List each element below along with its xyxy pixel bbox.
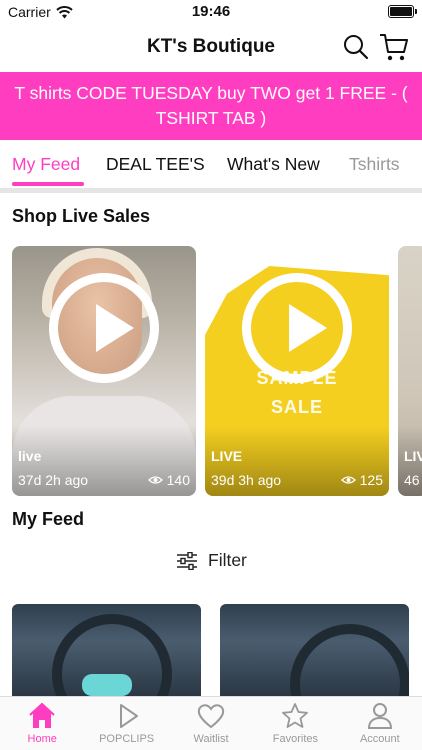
feed-title: My Feed: [12, 509, 85, 529]
clock: 19:46: [191, 3, 231, 20]
star-icon: [282, 703, 309, 728]
play-button-icon[interactable]: [49, 273, 159, 383]
search-icon[interactable]: [342, 33, 370, 61]
feed-item[interactable]: [12, 604, 201, 698]
nav-bar: KT's Boutique: [0, 28, 422, 68]
sliders-icon: [177, 551, 197, 570]
live-tag: live: [18, 448, 42, 464]
card-time: 39d 3h ago: [211, 472, 282, 488]
play-icon: [119, 704, 138, 728]
tab-deal-tees[interactable]: DEAL TEE'S: [106, 154, 205, 175]
heart-icon: [197, 704, 225, 729]
play-button-icon[interactable]: [242, 273, 352, 383]
tabbar-waitlist[interactable]: Waitlist: [169, 697, 253, 750]
live-tag: LIV: [404, 448, 422, 464]
cart-icon[interactable]: [378, 31, 410, 63]
promo-banner[interactable]: T shirts CODE TUESDAY buy TWO get 1 FREE…: [0, 72, 422, 140]
card-time: 37d 2h ago: [18, 472, 89, 488]
battery-icon: [388, 5, 417, 18]
status-bar: Carrier 19:46: [0, 0, 422, 26]
tabbar-favorites[interactable]: Favorites: [253, 697, 337, 750]
feed-item[interactable]: [220, 604, 409, 698]
view-count: 140: [147, 472, 190, 488]
live-sale-card[interactable]: live 37d 2h ago 140: [12, 246, 196, 496]
eye-icon: [147, 476, 163, 484]
tab-whats-new[interactable]: What's New: [227, 154, 320, 175]
tabbar-popclips[interactable]: POPCLIPS: [84, 697, 168, 750]
bottom-tab-bar: Home POPCLIPS Waitlist Favorites Account: [0, 696, 422, 750]
tab-tshirts[interactable]: Tshirts: [349, 154, 400, 175]
live-sales-title: Shop Live Sales: [12, 206, 151, 226]
tab-my-feed[interactable]: My Feed: [12, 154, 80, 175]
active-tab-indicator: [12, 182, 84, 186]
promo-text: T shirts CODE TUESDAY buy TWO get 1 FREE…: [14, 83, 408, 128]
filter-label: Filter: [208, 550, 247, 570]
home-icon: [29, 702, 55, 728]
filter-button[interactable]: Filter: [176, 550, 247, 571]
tabbar-account[interactable]: Account: [338, 697, 422, 750]
eye-icon: [340, 476, 356, 484]
card-time: 46: [404, 472, 420, 488]
live-tag: LIVE: [211, 448, 243, 464]
tabbar-home[interactable]: Home: [0, 697, 84, 750]
tabs-divider: [0, 188, 422, 193]
sale-art-line: SALE: [270, 397, 323, 417]
view-count: 125: [340, 472, 383, 488]
person-icon: [367, 703, 392, 729]
tab-strip: My Feed DEAL TEE'S What's New Tshirts: [0, 140, 422, 192]
live-sale-card[interactable]: LIV 46: [398, 246, 422, 496]
live-sale-card[interactable]: SAMPLE SALE LIVE 39d 3h ago 125: [205, 246, 389, 496]
